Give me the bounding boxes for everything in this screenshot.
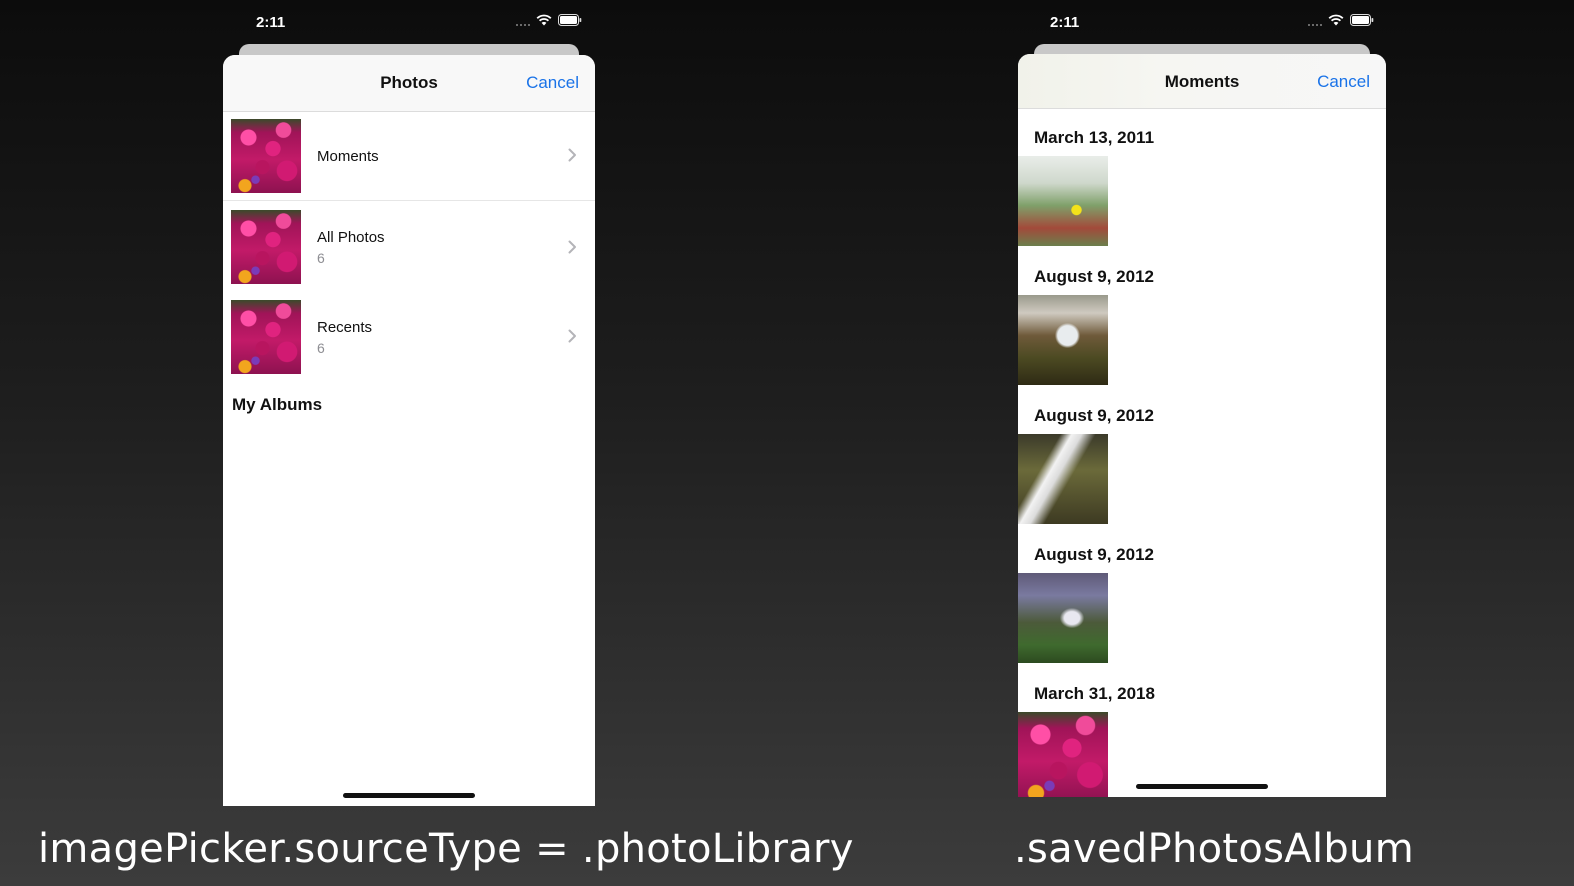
moment-date: August 9, 2012	[1034, 545, 1154, 564]
caption-saved-photos-album: .savedPhotosAlbum	[1014, 826, 1414, 872]
status-time: 2:11	[256, 14, 286, 31]
album-name: All Photos	[317, 228, 385, 246]
album-info: Recents 6	[317, 319, 595, 356]
battery-icon	[1350, 14, 1374, 26]
album-info: All Photos 6	[317, 229, 595, 266]
photo-thumbnail[interactable]	[1018, 156, 1108, 246]
cancel-button[interactable]: Cancel	[1317, 72, 1370, 92]
home-indicator	[1136, 784, 1268, 789]
caption-photo-library: imagePicker.sourceType = .photoLibrary	[38, 826, 854, 872]
cancel-button[interactable]: Cancel	[526, 73, 579, 93]
album-name: Recents	[317, 318, 373, 336]
status-bar-right: 2:11	[1050, 12, 1374, 36]
moment-date: August 9, 2012	[1034, 406, 1154, 425]
chevron-right-icon	[568, 329, 577, 348]
wifi-icon	[1328, 14, 1344, 26]
album-count: 6	[317, 249, 325, 266]
album-name: Moments	[317, 147, 379, 165]
moment-date: March 31, 2018	[1034, 684, 1155, 703]
photos-sheet: Photos Cancel Moments All Photos 6 Recen…	[223, 55, 595, 806]
chevron-right-icon	[568, 240, 577, 259]
signal-icon	[516, 14, 530, 26]
album-thumbnail	[231, 119, 301, 193]
status-bar-left: 2:11	[256, 12, 582, 36]
moment-section: August 9, 2012	[1018, 533, 1386, 672]
album-row-moments[interactable]: Moments	[223, 112, 595, 200]
home-indicator	[343, 793, 475, 798]
moment-list: March 13, 2011 August 9, 2012 August 9, …	[1018, 116, 1386, 797]
nav-bar: Moments Cancel	[1018, 54, 1386, 109]
chevron-right-icon	[568, 148, 577, 167]
status-icons	[1308, 14, 1374, 26]
photo-thumbnail[interactable]	[1018, 573, 1108, 663]
section-header-my-albums: My Albums	[232, 395, 323, 414]
album-thumbnail	[231, 300, 301, 374]
album-info: Moments	[317, 148, 595, 165]
signal-icon	[1308, 14, 1322, 26]
status-icons	[516, 14, 582, 26]
moment-section: August 9, 2012	[1018, 394, 1386, 533]
moments-sheet: Moments Cancel March 13, 2011 August 9, …	[1018, 54, 1386, 797]
album-count: 6	[317, 339, 325, 356]
photo-thumbnail[interactable]	[1018, 712, 1108, 797]
battery-icon	[558, 14, 582, 26]
moment-section: August 9, 2012	[1018, 255, 1386, 394]
album-row-all-photos[interactable]: All Photos 6	[223, 200, 595, 293]
moment-section: March 13, 2011	[1018, 116, 1386, 255]
photo-thumbnail[interactable]	[1018, 434, 1108, 524]
nav-bar: Photos Cancel	[223, 55, 595, 112]
wifi-icon	[536, 14, 552, 26]
album-thumbnail	[231, 210, 301, 284]
photo-thumbnail[interactable]	[1018, 295, 1108, 385]
status-time: 2:11	[1050, 14, 1080, 31]
moment-section: March 31, 2018	[1018, 672, 1386, 797]
moment-date: March 13, 2011	[1034, 128, 1155, 147]
album-row-recents[interactable]: Recents 6	[223, 293, 595, 381]
moment-date: August 9, 2012	[1034, 267, 1154, 286]
